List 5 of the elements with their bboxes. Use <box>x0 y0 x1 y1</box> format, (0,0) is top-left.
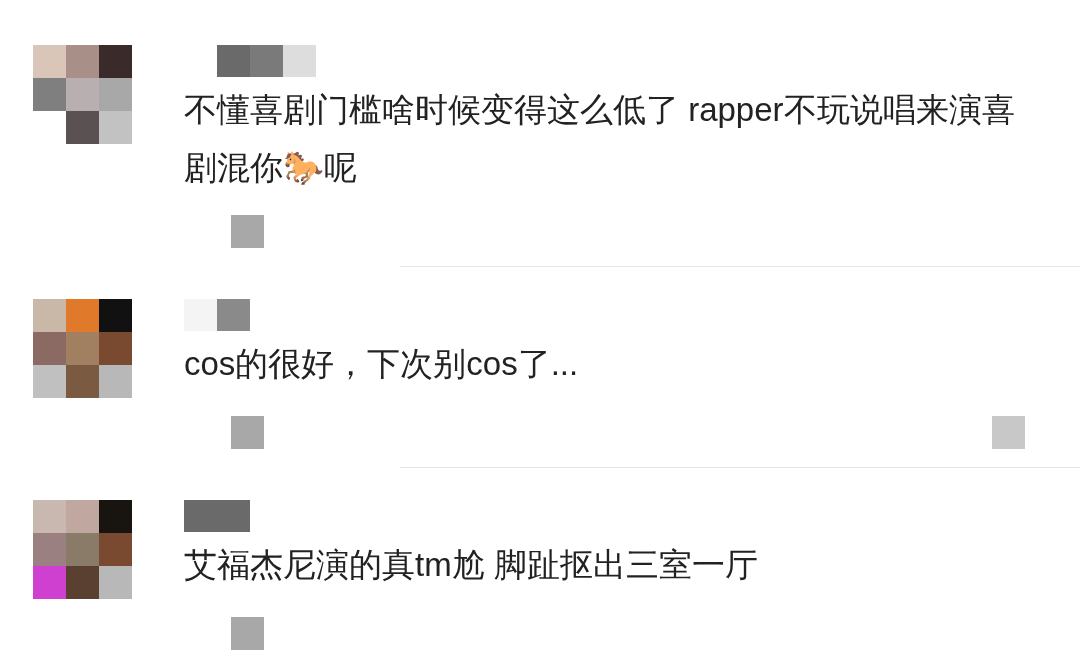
username-mosaic <box>184 299 250 331</box>
comment-text: 不懂喜剧门槛啥时候变得这么低了 rapper不玩说唱来演喜剧混你🐎呢 <box>184 90 1016 188</box>
comment-text: 艾福杰尼演的真tm尬 脚趾抠出三室一厅 <box>184 545 759 585</box>
username-mosaic <box>184 500 250 532</box>
comment-text: cos的很好，下次别cos了... <box>184 344 580 384</box>
